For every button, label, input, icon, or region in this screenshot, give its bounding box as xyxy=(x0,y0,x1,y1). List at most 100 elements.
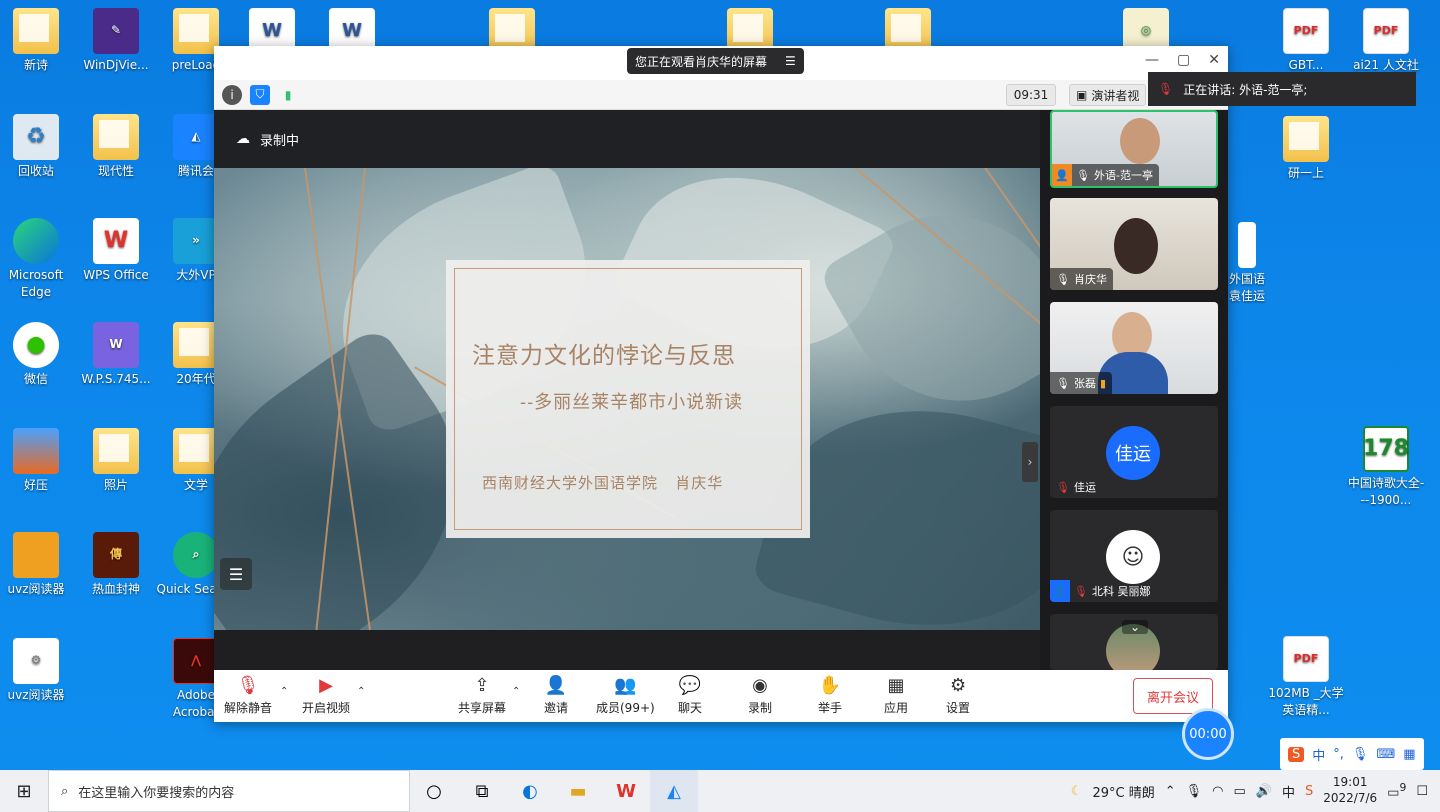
desktop-icon-recycle[interactable]: ♻ 回收站 xyxy=(0,114,76,180)
share-screen-button[interactable]: ⇪ 共享屏幕 xyxy=(458,674,506,716)
chat-icon: 💬 xyxy=(678,674,702,696)
desktop-icon-photos[interactable]: 照片 xyxy=(76,428,156,494)
participant-label: 👤 🎙 外语-范一亭 xyxy=(1052,164,1159,186)
record-button[interactable]: ◉ 录制 xyxy=(748,674,772,716)
participant-label: 🎙 肖庆华 xyxy=(1050,268,1113,290)
desktop-icon-edge[interactable]: Microsoft Edge xyxy=(0,218,76,302)
participant-tile[interactable]: ☺ 👤 🎙 北科 吴丽娜 xyxy=(1050,510,1218,602)
edge-taskbar-icon[interactable]: ◐ xyxy=(506,770,554,812)
desktop-icon-wechat[interactable]: ● 微信 xyxy=(0,322,76,388)
game-icon: 傳 xyxy=(93,532,139,578)
chevron-up-icon[interactable]: ⌃ xyxy=(280,686,288,697)
desktop-icon-poetry[interactable]: 178 中国诗歌大全---1900... xyxy=(1346,426,1426,510)
mic-tray-icon[interactable]: 🎙 xyxy=(1186,784,1203,799)
folder-icon xyxy=(1283,116,1329,162)
desktop-icon-windjview[interactable]: ✎ WinDjVie... xyxy=(76,8,156,74)
tencent-meeting-icon: ◭ xyxy=(173,114,219,160)
chevron-up-icon[interactable]: ⌃ xyxy=(357,686,365,697)
info-icon[interactable]: i xyxy=(222,84,242,105)
keyboard-icon: ⌨ xyxy=(1376,746,1396,762)
tencent-meeting-taskbar-icon[interactable]: ◭ xyxy=(650,770,698,812)
minimize-icon[interactable]: — xyxy=(1145,52,1159,68)
mic-icon: 🎙 xyxy=(1056,376,1070,390)
slide-subtitle: --多丽丝莱辛都市小说新读 xyxy=(520,392,744,413)
notification-icon[interactable]: ▭9 xyxy=(1387,781,1406,800)
apps-button[interactable]: ▦ 应用 xyxy=(884,674,908,716)
close-icon[interactable]: ✕ xyxy=(1208,52,1220,68)
desktop-icon-yanyishang[interactable]: 研一上 xyxy=(1266,116,1346,182)
start-button[interactable]: ⊞ xyxy=(0,770,48,812)
participant-label: 🎙 佳运 xyxy=(1056,480,1096,495)
participant-tile[interactable]: 👤 🎙 外语-范一亭 xyxy=(1050,110,1218,188)
desktop-icon-game[interactable]: 傳热血封神 xyxy=(76,532,156,598)
maximize-icon[interactable]: ▢ xyxy=(1177,52,1190,68)
volume-icon[interactable]: 🔊 xyxy=(1256,784,1272,799)
share-banner[interactable]: 您正在观看肖庆华的屏幕 ☰ xyxy=(627,48,804,74)
invite-button[interactable]: 👤 邀请 xyxy=(544,674,568,716)
chevron-up-icon[interactable]: ⌃ xyxy=(512,686,520,697)
slide-menu-button[interactable]: ☰ xyxy=(220,558,252,590)
view-mode-button[interactable]: ▣ 演讲者视 xyxy=(1069,84,1147,106)
weather-text[interactable]: 29°C 晴朗 xyxy=(1092,782,1154,801)
members-button[interactable]: 👥 成员(99+) xyxy=(596,674,655,716)
desktop-icon-uvz-reader[interactable]: uvz阅读器 xyxy=(0,532,76,598)
hand-icon: ✋ xyxy=(818,674,842,696)
desktop-icon-gbt[interactable]: PDF GBT... xyxy=(1266,8,1346,74)
participant-tile[interactable]: 🎙 肖庆华 xyxy=(1050,198,1218,290)
record-icon: ◉ xyxy=(752,674,768,696)
clock[interactable]: 19:01 2022/7/6 xyxy=(1323,775,1377,806)
recording-indicator: ☁ 录制中 xyxy=(236,131,300,149)
network-icon[interactable]: ◠ xyxy=(1212,784,1223,799)
desktop-icon-wps[interactable]: W WPS Office xyxy=(76,218,156,284)
start-video-button[interactable]: ▶ 开启视频 xyxy=(302,674,350,716)
cortana-icon[interactable]: ○ xyxy=(410,770,458,812)
shield-icon[interactable]: ⛉ xyxy=(250,84,270,105)
pdf-icon: PDF xyxy=(1363,8,1409,54)
desktop-icon-uvz-file[interactable]: ⚙ uvz阅读器 xyxy=(0,638,76,704)
mic-muted-icon: 🎙 xyxy=(1158,82,1174,96)
file-explorer-icon[interactable]: ▬ xyxy=(554,770,602,812)
task-view-icon[interactable]: ⧉ xyxy=(458,770,506,812)
desktop-icon-modernity[interactable]: 现代性 xyxy=(76,114,156,180)
participant-tile[interactable]: 佳运 🎙 佳运 xyxy=(1050,406,1218,498)
wps-taskbar-icon[interactable]: W xyxy=(602,770,650,812)
ime-indicator[interactable]: 中 xyxy=(1282,782,1295,801)
search-icon: ⌕ xyxy=(61,783,69,799)
ime-toolbar[interactable]: S 中 °, 🎙 ⌨ ▦ xyxy=(1280,738,1424,770)
chevron-up-icon[interactable]: ⌃ xyxy=(1165,784,1176,799)
mic-muted-icon: 🎙 xyxy=(1074,584,1088,598)
desktop-icon-ai21[interactable]: PDF ai21 人文社 xyxy=(1346,8,1426,74)
settings-button[interactable]: ⚙ 设置 xyxy=(946,674,970,716)
acrobat-icon: ⋀ xyxy=(173,638,219,684)
meeting-timer[interactable]: 00:00 xyxy=(1182,708,1234,760)
participant-tile[interactable]: ⌄ xyxy=(1050,614,1218,670)
participant-sidebar: 👤 🎙 外语-范一亭 🎙 肖庆华 🎙 张磊 ▮ 佳运 🎙 佳运 ☺ 👤 🎙 北科 吴丽娜 ⌄ xyxy=(1040,110,1228,670)
action-center-icon[interactable]: ☐ xyxy=(1416,784,1428,799)
weather-moon-icon: ☾ xyxy=(1070,783,1083,799)
vpn-icon: » xyxy=(173,218,219,264)
info-bar: i ⛉ ▮ 09:31 ▣ 演讲者视 xyxy=(214,80,1228,110)
shared-screen-stage: ☁ 录制中 注意力文化的悖论与反思 --多丽丝莱辛都市小说新读 西南财经大学外国… xyxy=(214,110,1040,630)
battery-icon[interactable]: ▭ xyxy=(1233,784,1245,799)
unmute-button[interactable]: 🎙 解除静音 xyxy=(224,674,272,716)
search-input[interactable]: ⌕ 在这里输入你要搜索的内容 xyxy=(48,770,410,812)
avatar: ☺ xyxy=(1106,530,1160,584)
desktop-icon-wps-setup[interactable]: W W.P.S.745... xyxy=(76,322,156,388)
collapse-sidebar-button[interactable]: › xyxy=(1022,442,1038,482)
signal-icon[interactable]: ▮ xyxy=(278,85,298,105)
desktop-icon-english-pdf[interactable]: PDF 102MB _大学英语精... xyxy=(1266,636,1346,720)
participant-face xyxy=(1120,118,1160,164)
signal-bars-icon: ▮ xyxy=(1099,376,1107,390)
desktop-icon-haozip[interactable]: 好压 xyxy=(0,428,76,494)
chat-button[interactable]: 💬 聊天 xyxy=(678,674,702,716)
sogou-tray-icon[interactable]: S xyxy=(1305,784,1313,799)
menu-icon[interactable]: ☰ xyxy=(785,54,796,68)
desktop-icon-xinshi[interactable]: 新诗 xyxy=(0,8,76,74)
raise-hand-button[interactable]: ✋ 举手 xyxy=(818,674,842,716)
participant-tile[interactable]: 🎙 张磊 ▮ xyxy=(1050,302,1218,394)
gear-icon: ⚙ xyxy=(949,674,967,696)
wps-icon: W xyxy=(93,218,139,264)
members-icon: 👥 xyxy=(614,674,637,696)
participant-label: 🎙 张磊 ▮ xyxy=(1050,372,1113,394)
chevron-down-icon[interactable]: ⌄ xyxy=(1122,620,1149,634)
